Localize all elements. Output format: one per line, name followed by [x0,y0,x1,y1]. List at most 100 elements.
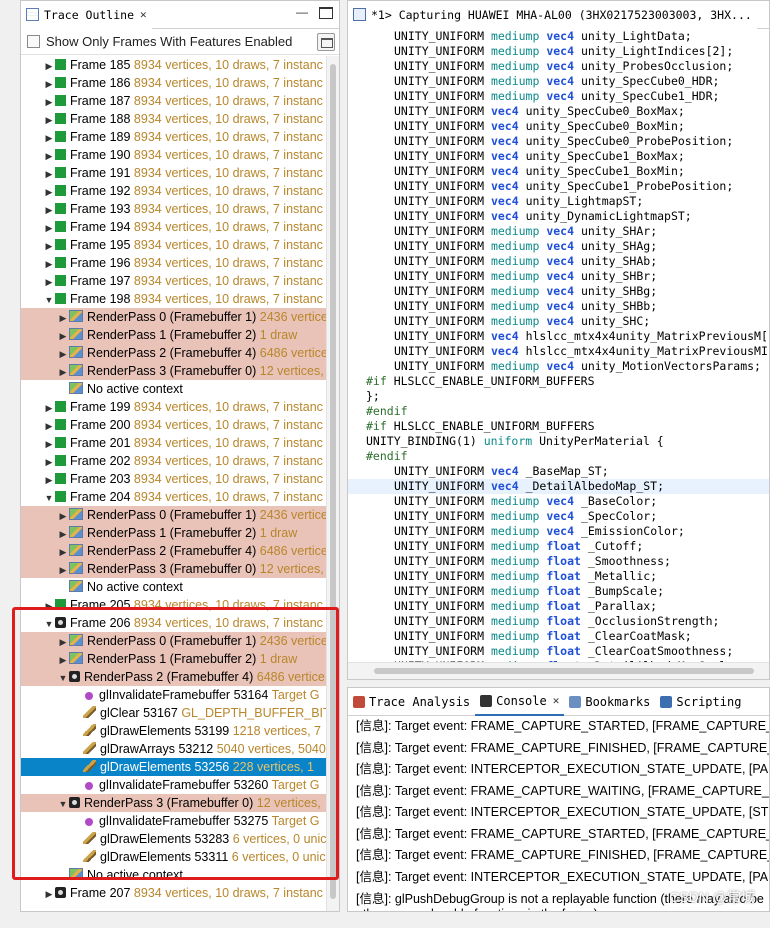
context-node[interactable]: No active context [21,380,327,398]
collapsed-arrow-icon[interactable]: ▶ [57,561,69,579]
frame-node[interactable]: ▶ Frame 192 8934 vertices, 10 draws, 7 in… [21,182,327,200]
collapsed-arrow-icon[interactable]: ▶ [57,507,69,525]
frame-node[interactable]: ▶ Frame 194 8934 vertices, 10 draws, 7 in… [21,218,327,236]
context-node[interactable]: No active context [21,578,327,596]
tree-node-label: Frame 203 [70,472,134,486]
frame-node[interactable]: ▶ Frame 202 8934 vertices, 10 draws, 7 in… [21,452,327,470]
expanded-arrow-icon[interactable]: ▼ [43,489,55,507]
code-token: mediump [490,524,547,538]
tab-capture-session[interactable]: *1> Capturing HUAWEI MHA-AL00 (3HX021752… [348,1,757,29]
tab-console[interactable]: Console ✕ [475,688,565,716]
frame-node[interactable]: ▶ Frame 196 8934 vertices, 10 draws, 7 in… [21,254,327,272]
tree-node-detail: 8934 vertices, 10 draws, 7 instanc [133,238,323,252]
code-token: UNITY_UNIFORM [394,104,491,118]
code-token: UNITY_UNIFORM [394,149,491,163]
renderpass-node[interactable]: ▶ RenderPass 3 (Framebuffer 0) 12 vertice… [21,560,327,578]
code-token: unity_MotionVectorsParams; [580,359,761,373]
frame-node[interactable]: ▶ Frame 187 8934 vertices, 10 draws, 7 in… [21,92,327,110]
frame-node[interactable]: ▶ Frame 191 8934 vertices, 10 draws, 7 in… [21,164,327,182]
collapsed-arrow-icon[interactable]: ▶ [43,453,55,471]
collapsed-arrow-icon[interactable]: ▶ [43,255,55,273]
code-token: UNITY_UNIFORM [394,59,491,73]
collapsed-arrow-icon[interactable]: ▶ [43,57,55,75]
collapsed-arrow-icon[interactable]: ▶ [43,273,55,291]
renderpass-node[interactable]: ▶ RenderPass 2 (Framebuffer 4) 6486 verti… [21,542,327,560]
show-only-frames-checkbox[interactable] [27,35,40,48]
tab-trace-analysis[interactable]: Trace Analysis [348,688,475,716]
code-line: UNITY_UNIFORM vec4 unity_SpecCube0_Probe… [348,134,769,149]
frame-node[interactable]: ▶ Frame 199 8934 vertices, 10 draws, 7 in… [21,398,327,416]
maximize-icon[interactable] [319,7,333,19]
expanded-arrow-icon[interactable]: ▼ [43,291,55,309]
renderpass-node[interactable]: ▶ RenderPass 2 (Framebuffer 4) 6486 verti… [21,344,327,362]
frame-node[interactable]: ▶ Frame 197 8934 vertices, 10 draws, 7 in… [21,272,327,290]
tab-trace-outline[interactable]: Trace Outline ✕ [21,1,152,29]
collapsed-arrow-icon[interactable]: ▶ [43,417,55,435]
frame-node[interactable]: ▶ Frame 185 8934 vertices, 10 draws, 7 in… [21,56,327,74]
collapse-all-button[interactable] [317,33,335,51]
code-token: unity_SpecCube0_HDR; [580,74,720,88]
collapsed-arrow-icon[interactable]: ▶ [43,219,55,237]
code-token: vec4 [490,164,526,178]
renderpass-node[interactable]: ▶ RenderPass 1 (Framebuffer 2) 1 draw [21,524,327,542]
collapsed-arrow-icon[interactable]: ▶ [43,93,55,111]
collapsed-arrow-icon[interactable]: ▶ [57,363,69,381]
frame-node[interactable]: ▶ Frame 186 8934 vertices, 10 draws, 7 in… [21,74,327,92]
code-token: _BaseMap_ST; [525,464,609,478]
frame-node[interactable]: ▶ Frame 203 8934 vertices, 10 draws, 7 in… [21,470,327,488]
close-icon[interactable]: ✕ [553,694,560,707]
console-output[interactable]: [信息]: Target event: FRAME_CAPTURE_STARTE… [348,716,769,911]
collapsed-arrow-icon[interactable]: ▶ [57,327,69,345]
collapsed-arrow-icon[interactable]: ▶ [43,183,55,201]
collapsed-arrow-icon[interactable]: ▶ [43,201,55,219]
code-line: UNITY_UNIFORM mediump vec4 unity_SHBb; [348,299,769,314]
shader-code[interactable]: UNITY_UNIFORM mediump vec4 unity_LightDa… [348,29,769,663]
collapsed-arrow-icon[interactable]: ▶ [43,885,55,903]
frame-node[interactable]: ▶ Frame 200 8934 vertices, 10 draws, 7 in… [21,416,327,434]
renderpass-node[interactable]: ▶ RenderPass 1 (Framebuffer 2) 1 draw [21,326,327,344]
frame-node[interactable]: ▼ Frame 204 8934 vertices, 10 draws, 7 in… [21,488,327,506]
console-message-tag: [信息]: [356,892,392,906]
collapsed-arrow-icon[interactable]: ▶ [43,75,55,93]
collapsed-arrow-icon[interactable]: ▶ [43,471,55,489]
frame-node[interactable]: ▼ Frame 198 8934 vertices, 10 draws, 7 in… [21,290,327,308]
frame-node[interactable]: ▶ Frame 201 8934 vertices, 10 draws, 7 in… [21,434,327,452]
collapsed-arrow-icon[interactable]: ▶ [57,543,69,561]
collapsed-arrow-icon[interactable]: ▶ [43,147,55,165]
editor-h-scrollbar-thumb[interactable] [374,668,754,674]
collapsed-arrow-icon[interactable]: ▶ [43,165,55,183]
collapsed-arrow-icon[interactable]: ▶ [43,237,55,255]
tab-scripting[interactable]: Scripting [655,688,746,716]
renderpass-node[interactable]: ▶ RenderPass 0 (Framebuffer 1) 2436 verti… [21,308,327,326]
minimize-icon[interactable]: — [295,6,309,19]
renderpass-node[interactable]: ▶ RenderPass 0 (Framebuffer 1) 2436 verti… [21,506,327,524]
collapsed-arrow-icon[interactable]: ▶ [43,111,55,129]
frame-node[interactable]: ▶ Frame 195 8934 vertices, 10 draws, 7 in… [21,236,327,254]
renderpass-icon [69,544,83,556]
frame-node[interactable]: ▶ Frame 190 8934 vertices, 10 draws, 7 in… [21,146,327,164]
code-line: UNITY_UNIFORM mediump float _ClearCoatMa… [348,629,769,644]
code-token: float [546,584,588,598]
editor-tabbar: *1> Capturing HUAWEI MHA-AL00 (3HX021752… [348,1,769,29]
code-token: vec4 [546,224,581,238]
collapsed-arrow-icon[interactable]: ▶ [57,525,69,543]
collapsed-arrow-icon[interactable]: ▶ [57,309,69,327]
frame-node[interactable]: ▶ Frame 188 8934 vertices, 10 draws, 7 in… [21,110,327,128]
tab-bookmarks[interactable]: Bookmarks [564,688,655,716]
frame-node[interactable]: ▶ Frame 189 8934 vertices, 10 draws, 7 in… [21,128,327,146]
editor-h-scrollbar[interactable] [348,662,769,679]
code-token: UNITY_UNIFORM [394,314,491,328]
code-token: mediump [490,74,547,88]
renderpass-node[interactable]: ▶ RenderPass 3 (Framebuffer 0) 12 vertice… [21,362,327,380]
collapsed-arrow-icon[interactable]: ▶ [43,399,55,417]
code-token: mediump [490,29,547,43]
tree-node-label: Frame 195 [70,238,134,252]
code-token: UNITY_UNIFORM [394,644,491,658]
frame-node[interactable]: ▶ Frame 193 8934 vertices, 10 draws, 7 in… [21,200,327,218]
collapsed-arrow-icon[interactable]: ▶ [43,129,55,147]
code-line: UNITY_UNIFORM mediump vec4 _SpecColor; [348,509,769,524]
collapsed-arrow-icon[interactable]: ▶ [57,345,69,363]
frame-node[interactable]: ▶ Frame 207 8934 vertices, 10 draws, 7 in… [21,884,327,902]
close-icon[interactable]: ✕ [140,8,147,21]
collapsed-arrow-icon[interactable]: ▶ [43,435,55,453]
